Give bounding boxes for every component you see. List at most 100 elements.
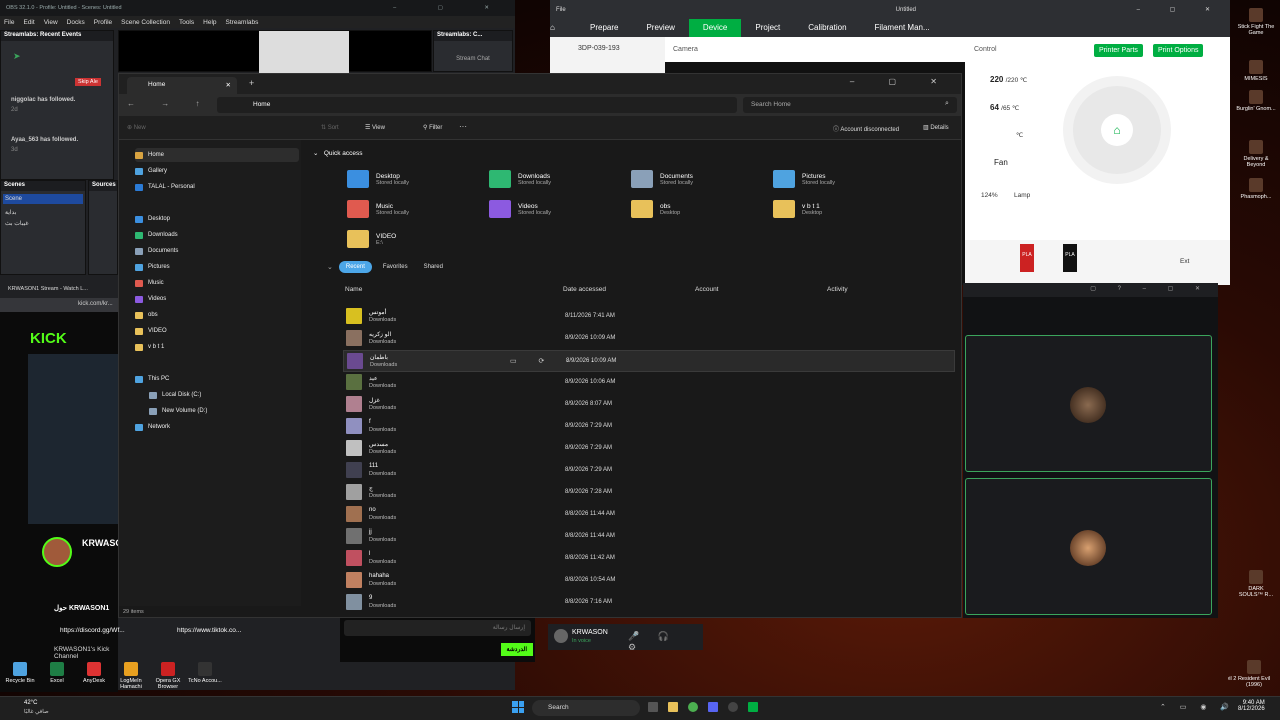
device-name[interactable]: 3DP-039-193: [578, 45, 665, 52]
home-axis-icon[interactable]: ⌂: [1101, 114, 1133, 146]
obs-titlebar[interactable]: OBS 32.1.0 - Profile: Untitled - Scenes:…: [0, 0, 515, 16]
file-row[interactable]: باطمان Downloads 8/9/2026 10:09 AM ▭ ⟳ ···: [343, 350, 955, 372]
sidebar-item-v-b-t-1[interactable]: v b t 1: [135, 340, 299, 354]
printer-parts-button[interactable]: Printer Parts: [1094, 44, 1143, 57]
account-status[interactable]: ⓘ Account disconnected: [833, 124, 899, 133]
obs-icon[interactable]: [728, 702, 738, 712]
sidebar-item-gallery[interactable]: Gallery: [135, 164, 299, 178]
send-icon[interactable]: ➤: [13, 51, 21, 62]
sidebar-item-home[interactable]: Home: [135, 148, 299, 162]
stream-video[interactable]: [28, 354, 118, 524]
desktop-icon[interactable]: Phasmoph...: [1236, 178, 1276, 200]
quick-access-item[interactable]: Desktop Stored locally: [347, 167, 409, 191]
quick-access-item[interactable]: Pictures Stored locally: [773, 167, 835, 191]
sidebar-item-this-pc[interactable]: This PC: [135, 372, 299, 386]
sidebar-item-new-volume-d-[interactable]: New Volume (D:): [149, 404, 313, 418]
chrome-icon[interactable]: [688, 702, 698, 712]
desktop-icon[interactable]: Stick Fight The Game: [1236, 8, 1276, 36]
print-options-button[interactable]: Print Options: [1153, 44, 1204, 57]
file-row[interactable]: الو زكريه Downloads 8/9/2026 10:09 AM: [343, 328, 955, 350]
column-activity[interactable]: Activity: [827, 286, 848, 293]
search-icon[interactable]: ⌕: [945, 100, 949, 108]
desktop-icon[interactable]: MIMESIS: [1236, 60, 1276, 82]
participant-tile[interactable]: [965, 335, 1212, 472]
sidebar-item-local-disk-c-[interactable]: Local Disk (C:): [149, 388, 313, 402]
file-row[interactable]: أموتس Downloads 8/11/2026 7:41 AM: [343, 306, 955, 328]
file-row[interactable]: no Downloads 8/8/2026 11:44 AM: [343, 504, 955, 526]
sort-button[interactable]: ⇅ Sort: [321, 124, 339, 131]
taskbar-search[interactable]: Search: [532, 700, 640, 716]
participant-tile[interactable]: [965, 478, 1212, 615]
desktop-icon[interactable]: Excel: [39, 662, 75, 684]
bambu-icon[interactable]: [748, 702, 758, 712]
scene-item[interactable]: غيبات بث: [1, 218, 85, 229]
sidebar-item-obs[interactable]: obs: [135, 308, 299, 322]
obs-menu-file[interactable]: File: [4, 19, 14, 26]
scene-item[interactable]: بداية: [1, 207, 85, 218]
filament-slot[interactable]: PLA: [1063, 244, 1077, 272]
kick-logo[interactable]: KICK: [30, 330, 67, 347]
quick-access-item[interactable]: VIDEO E:\: [347, 227, 396, 251]
row-actions[interactable]: ▭ ⟳ ···: [510, 357, 603, 365]
skip-alert-button[interactable]: Skip Ale: [75, 78, 101, 86]
desktop-icon[interactable]: Delivery & Beyond: [1236, 140, 1276, 168]
quick-access-item[interactable]: Downloads Stored locally: [489, 167, 551, 191]
sidebar-item-desktop[interactable]: Desktop: [135, 212, 299, 226]
address-bar[interactable]: kick.com/kr...: [0, 298, 118, 312]
chat-send-button[interactable]: الدردشة: [500, 643, 533, 656]
tab-prepare[interactable]: Prepare: [576, 19, 632, 37]
file-row[interactable]: l Downloads 8/8/2026 11:42 AM: [343, 548, 955, 570]
file-row[interactable]: hahaha Downloads 8/8/2026 10:54 AM: [343, 570, 955, 592]
axis-control-wheel[interactable]: ⌂: [1063, 76, 1171, 184]
sidebar-item-video[interactable]: VIDEO: [135, 324, 299, 338]
discord-titlebar[interactable]: ▢ ? – ▢ ✕: [963, 283, 1218, 297]
bambu-file-menu[interactable]: File: [556, 7, 566, 13]
new-button[interactable]: ⊕ New: [127, 124, 146, 131]
home-icon[interactable]: ⌂: [550, 19, 576, 37]
chat-input[interactable]: إرسال رسالة: [344, 620, 531, 636]
clock[interactable]: 9:40 AM 8/12/2026: [1238, 700, 1265, 712]
lamp-label[interactable]: Lamp: [1014, 192, 1030, 199]
obs-menu-edit[interactable]: Edit: [23, 19, 34, 26]
quick-access-item[interactable]: Documents Stored locally: [631, 167, 693, 191]
file-row[interactable]: 9 Downloads 8/8/2026 7:16 AM: [343, 592, 955, 614]
bambu-titlebar[interactable]: File Untitled – ▢ ✕: [550, 0, 1230, 19]
explorer-tab[interactable]: Home ✕: [127, 77, 237, 94]
discord-icon[interactable]: [708, 702, 718, 712]
file-row[interactable]: f Downloads 8/9/2026 7:29 AM: [343, 416, 955, 438]
new-tab-icon[interactable]: +: [249, 78, 254, 88]
obs-menu-view[interactable]: View: [44, 19, 58, 26]
sidebar-item-network[interactable]: Network: [135, 420, 299, 434]
desktop-icon[interactable]: TcNo Accou...: [187, 662, 223, 684]
start-icon[interactable]: [512, 701, 524, 713]
file-row[interactable]: ج Downloads 8/9/2026 7:28 AM: [343, 482, 955, 504]
weather-temp[interactable]: 42°C: [24, 700, 37, 706]
user-avatar[interactable]: [554, 629, 568, 643]
sidebar-item-videos[interactable]: Videos: [135, 292, 299, 306]
filter-button[interactable]: ⚲ Filter: [423, 124, 442, 131]
discord-link[interactable]: https://discord.gg/Wf...: [60, 627, 125, 634]
breadcrumb[interactable]: Home: [217, 97, 737, 113]
recent-filter[interactable]: Recent: [338, 261, 372, 273]
quick-access-item[interactable]: Music Stored locally: [347, 197, 409, 221]
file-row[interactable]: مسدس Downloads 8/9/2026 7:29 AM: [343, 438, 955, 460]
view-button[interactable]: ☰ View: [365, 124, 385, 131]
tab-calibration[interactable]: Calibration: [794, 19, 860, 37]
task-view-icon[interactable]: [648, 702, 658, 712]
chrome-tab[interactable]: KRWASON1 Stream - Watch L...: [0, 282, 118, 298]
file-row[interactable]: jj Downloads 8/8/2026 11:44 AM: [343, 526, 955, 548]
file-row[interactable]: 111 Downloads 8/9/2026 7:29 AM: [343, 460, 955, 482]
obs-menu-profile[interactable]: Profile: [94, 19, 112, 26]
desktop-icon[interactable]: Opera GX Browser: [150, 662, 186, 690]
tab-device[interactable]: Device: [688, 19, 742, 37]
collapse-icon[interactable]: ⌄: [327, 263, 333, 271]
tab-project[interactable]: Project: [741, 19, 794, 37]
window-controls[interactable]: – ▢ ✕: [850, 77, 953, 86]
sidebar-item-pictures[interactable]: Pictures: [135, 260, 299, 274]
shared-filter[interactable]: Shared: [419, 261, 448, 273]
voice-controls[interactable]: 🎤 🎧 ⚙: [628, 631, 703, 650]
desktop-icon[interactable]: Burglin' Gnom...: [1236, 90, 1276, 112]
quick-access-item[interactable]: obs Desktop: [631, 197, 680, 221]
quick-access-header[interactable]: ⌄ Quick access: [313, 149, 363, 157]
sidebar-item-talal-personal[interactable]: TALAL - Personal: [135, 180, 299, 194]
